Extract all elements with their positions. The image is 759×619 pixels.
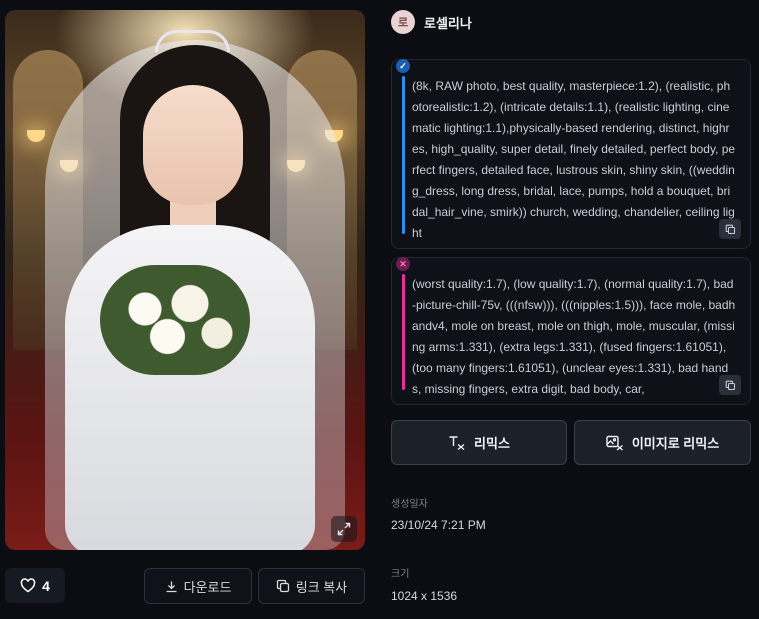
expand-icon xyxy=(337,522,351,536)
image-detail-page: 4 다운로드 링크 복사 로 로셀리나 ✓ (8k, RAW photo, be… xyxy=(0,0,759,619)
negative-prompt-box: ✕ (worst quality:1.7), (low quality:1.7)… xyxy=(391,257,751,405)
heart-icon xyxy=(20,578,36,593)
negative-accent-bar xyxy=(402,274,405,390)
download-icon xyxy=(166,581,177,592)
image-remix-icon xyxy=(606,435,623,451)
copy-icon xyxy=(725,224,735,234)
close-icon: ✕ xyxy=(396,257,410,271)
image-size-value: 1024 x 1536 xyxy=(391,589,458,603)
check-icon: ✓ xyxy=(396,59,410,73)
positive-prompt-text: (8k, RAW photo, best quality, masterpiec… xyxy=(412,79,736,240)
negative-prompt-text: (worst quality:1.7), (low quality:1.7), … xyxy=(412,277,736,396)
image-remix-button[interactable]: 이미지로 리믹스 xyxy=(574,420,751,465)
copy-link-label: 링크 복사 xyxy=(295,579,348,595)
like-count: 4 xyxy=(42,577,50,594)
avatar: 로 xyxy=(391,10,415,34)
copy-positive-prompt-button[interactable] xyxy=(719,219,741,239)
download-button[interactable]: 다운로드 xyxy=(144,568,252,604)
created-date-label: 생성일자 xyxy=(391,499,428,510)
download-label: 다운로드 xyxy=(183,579,232,595)
copy-negative-prompt-button[interactable] xyxy=(719,375,741,395)
generated-image[interactable] xyxy=(5,10,365,550)
positive-prompt-box: ✓ (8k, RAW photo, best quality, masterpi… xyxy=(391,59,751,249)
created-date-value: 23/10/24 7:21 PM xyxy=(391,518,486,532)
expand-button[interactable] xyxy=(331,516,357,542)
rose-bouquet xyxy=(100,265,250,375)
copy-link-icon xyxy=(276,579,289,593)
positive-accent-bar xyxy=(402,76,405,234)
bridal-tiara xyxy=(155,30,230,52)
text-remix-icon xyxy=(449,435,465,450)
remix-label: 리믹스 xyxy=(474,436,510,451)
author-name: 로셀리나 xyxy=(424,15,472,31)
remix-button[interactable]: 리믹스 xyxy=(391,420,567,465)
copy-link-button[interactable]: 링크 복사 xyxy=(258,568,365,604)
author-info[interactable]: 로 로셀리나 xyxy=(391,10,472,34)
copy-icon xyxy=(725,380,735,390)
like-button[interactable]: 4 xyxy=(5,568,65,603)
image-remix-label: 이미지로 리믹스 xyxy=(631,436,720,451)
bride-face xyxy=(143,85,243,205)
image-size-label: 크기 xyxy=(391,569,410,580)
